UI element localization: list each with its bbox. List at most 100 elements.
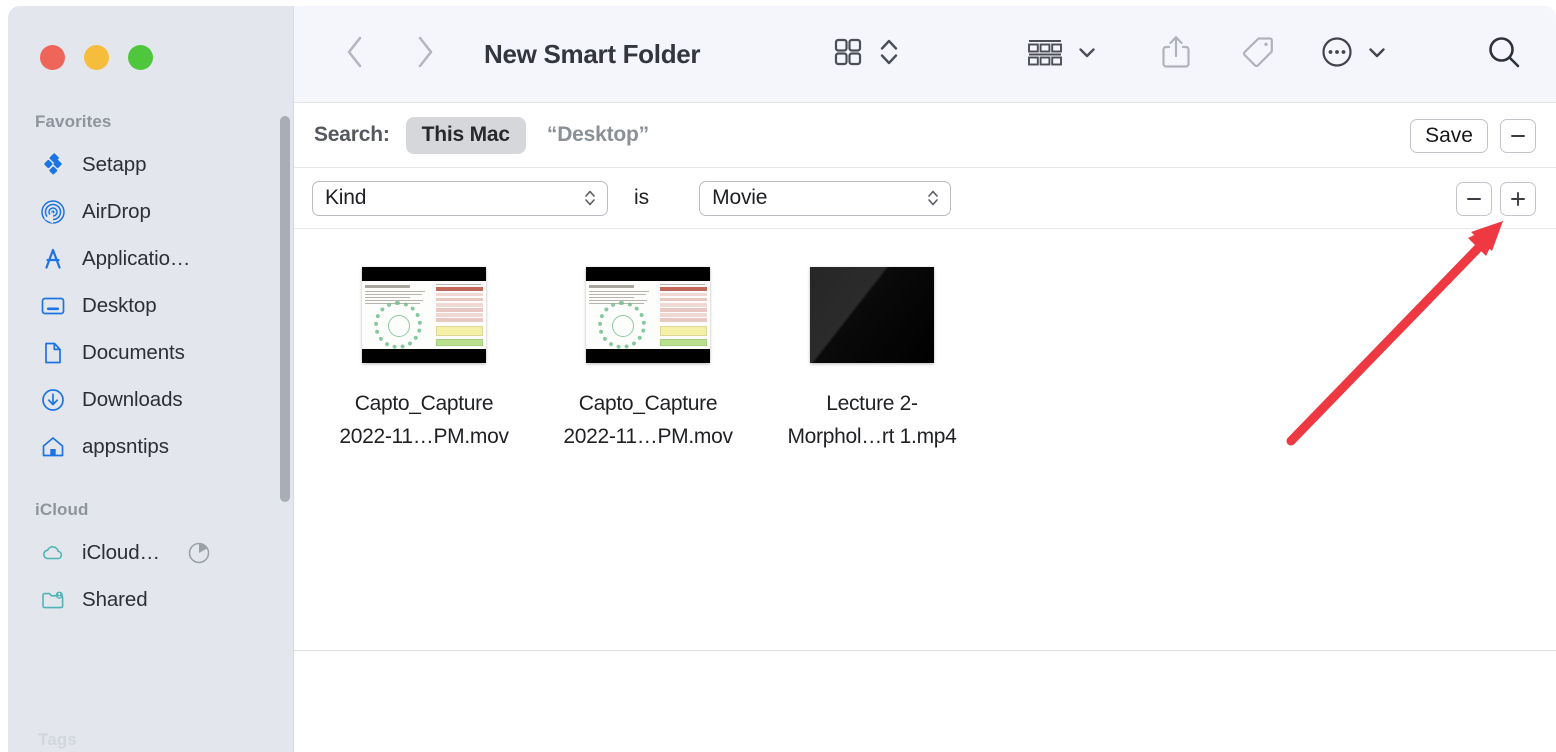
airdrop-icon: [40, 199, 66, 225]
sidebar-item-label: iCloud…: [82, 540, 160, 564]
filter-operator-label: is: [634, 186, 650, 209]
sidebar-item-icloud[interactable]: iCloud…: [8, 529, 293, 576]
sidebar-item-label: Shared: [82, 587, 148, 611]
chevron-right-icon: [412, 32, 438, 77]
minimize-button[interactable]: [84, 45, 109, 70]
sidebar-item-documents[interactable]: Documents: [8, 329, 293, 376]
chevron-up-down-icon: [926, 187, 940, 209]
window-title: New Smart Folder: [484, 38, 701, 69]
forward-button[interactable]: [402, 31, 448, 77]
file-item[interactable]: Capto_Capture 2022-11…PM.mov: [536, 267, 760, 453]
sidebar-section-icloud-title: iCloud: [35, 500, 89, 519]
tag-group: [1240, 34, 1276, 75]
close-search-button[interactable]: [1500, 118, 1536, 153]
sidebar-item-label: Setapp: [82, 152, 147, 176]
desktop-icon: [40, 293, 66, 319]
status-bar-divider: [294, 650, 1556, 651]
sidebar-item-home[interactable]: appsntips: [8, 423, 293, 470]
filter-row: Kind is Movie: [294, 168, 1556, 229]
sidebar-item-shared[interactable]: Shared: [8, 576, 293, 623]
file-item[interactable]: Lecture 2- Morphol…rt 1.mp4: [760, 267, 984, 453]
chevron-up-down-icon: [878, 35, 900, 74]
file-grid-area: Capto_Capture 2022-11…PM.mov Capto_Captu…: [294, 229, 1556, 705]
downloads-icon: [40, 387, 66, 413]
file-thumbnail: [362, 267, 486, 363]
sidebar-item-applications[interactable]: Applicatio…: [8, 235, 293, 282]
sidebar-scrollbar[interactable]: [280, 116, 290, 502]
file-item[interactable]: Capto_Capture 2022-11…PM.mov: [312, 267, 536, 453]
sidebar-item-airdrop[interactable]: AirDrop: [8, 188, 293, 235]
icloud-icon: [40, 540, 66, 566]
tag-icon: [1240, 34, 1276, 75]
view-sort-button[interactable]: [878, 35, 900, 74]
sidebar-item-label: Downloads: [82, 387, 183, 411]
toolbar: New Smart Folder: [294, 6, 1556, 103]
search-group: [1484, 32, 1524, 77]
filter-value-select[interactable]: Movie: [699, 180, 952, 216]
chevron-down-icon: [1076, 41, 1098, 68]
finder-window: Favorites Setapp AirDrop Applicatio… Des…: [8, 6, 1556, 752]
icon-view-grid-icon: [832, 36, 864, 73]
filter-value-text: Movie: [712, 186, 768, 209]
sidebar-scroll-area: Favorites Setapp AirDrop Applicatio… Des…: [8, 106, 293, 752]
filter-attribute-select[interactable]: Kind: [312, 180, 608, 216]
share-button[interactable]: [1160, 33, 1192, 76]
sidebar-item-desktop[interactable]: Desktop: [8, 282, 293, 329]
save-button[interactable]: Save: [1410, 118, 1488, 153]
share-group: [1160, 33, 1192, 76]
search-button[interactable]: [1484, 32, 1524, 77]
group-by-button[interactable]: [1026, 36, 1064, 73]
search-scope-actions: Save: [1410, 103, 1536, 168]
sync-progress-icon: [186, 540, 212, 566]
search-scope-this-mac[interactable]: This Mac: [405, 116, 526, 154]
icon-view-button[interactable]: [832, 36, 864, 73]
close-button[interactable]: [40, 45, 65, 70]
view-options-group: [832, 35, 900, 74]
sidebar-item-label: Applicatio…: [82, 246, 191, 270]
sidebar-item-label: Documents: [82, 340, 185, 364]
traffic-light-controls: [40, 45, 153, 70]
group-by-chevron[interactable]: [1076, 41, 1098, 68]
chevron-down-icon: [1366, 41, 1388, 68]
group-list-icon: [1026, 36, 1064, 73]
group-by-group: [1026, 36, 1098, 73]
back-button[interactable]: [332, 31, 378, 77]
file-name: Lecture 2- Morphol…rt 1.mp4: [787, 392, 957, 448]
search-icon: [1484, 32, 1524, 77]
file-name: Capto_Capture 2022-11…PM.mov: [339, 392, 509, 448]
home-icon: [40, 434, 66, 460]
documents-icon: [40, 340, 66, 366]
sidebar-item-label: appsntips: [82, 434, 169, 458]
search-scope-desktop[interactable]: “Desktop”: [547, 123, 649, 147]
more-actions-button[interactable]: [1320, 35, 1354, 74]
applications-icon: [40, 246, 66, 272]
file-grid: Capto_Capture 2022-11…PM.mov Capto_Captu…: [294, 267, 1556, 453]
file-name: Capto_Capture 2022-11…PM.mov: [563, 392, 733, 448]
add-filter-row-button[interactable]: [1500, 181, 1536, 216]
add-tag-button[interactable]: [1240, 34, 1276, 75]
filter-row-actions: [1456, 168, 1536, 229]
main-pane: New Smart Folder Search: This Mac “Deskt…: [293, 6, 1556, 752]
zoom-button[interactable]: [128, 45, 153, 70]
sidebar-item-setapp[interactable]: Setapp: [8, 141, 293, 188]
search-label: Search:: [314, 123, 390, 146]
file-thumbnail: [810, 267, 934, 363]
filter-attribute-value: Kind: [325, 186, 367, 209]
sidebar-section-tags-title: Tags: [38, 730, 77, 749]
sidebar-item-downloads[interactable]: Downloads: [8, 376, 293, 423]
file-thumbnail: [586, 267, 710, 363]
sidebar-item-label: Desktop: [82, 293, 157, 317]
remove-filter-row-button[interactable]: [1456, 181, 1492, 216]
ellipsis-circle-icon: [1320, 35, 1354, 74]
sidebar: Favorites Setapp AirDrop Applicatio… Des…: [8, 6, 293, 752]
setapp-icon: [40, 152, 66, 178]
chevron-up-down-icon: [583, 187, 597, 209]
share-icon: [1160, 33, 1192, 76]
sidebar-section-favorites-title: Favorites: [35, 112, 112, 131]
more-actions-chevron[interactable]: [1366, 41, 1388, 68]
chevron-left-icon: [342, 32, 368, 77]
search-scope-row: Search: This Mac “Desktop” Save: [294, 103, 1556, 168]
shared-folder-icon: [40, 587, 66, 613]
sidebar-item-label: AirDrop: [82, 199, 151, 223]
more-actions-group: [1320, 35, 1388, 74]
